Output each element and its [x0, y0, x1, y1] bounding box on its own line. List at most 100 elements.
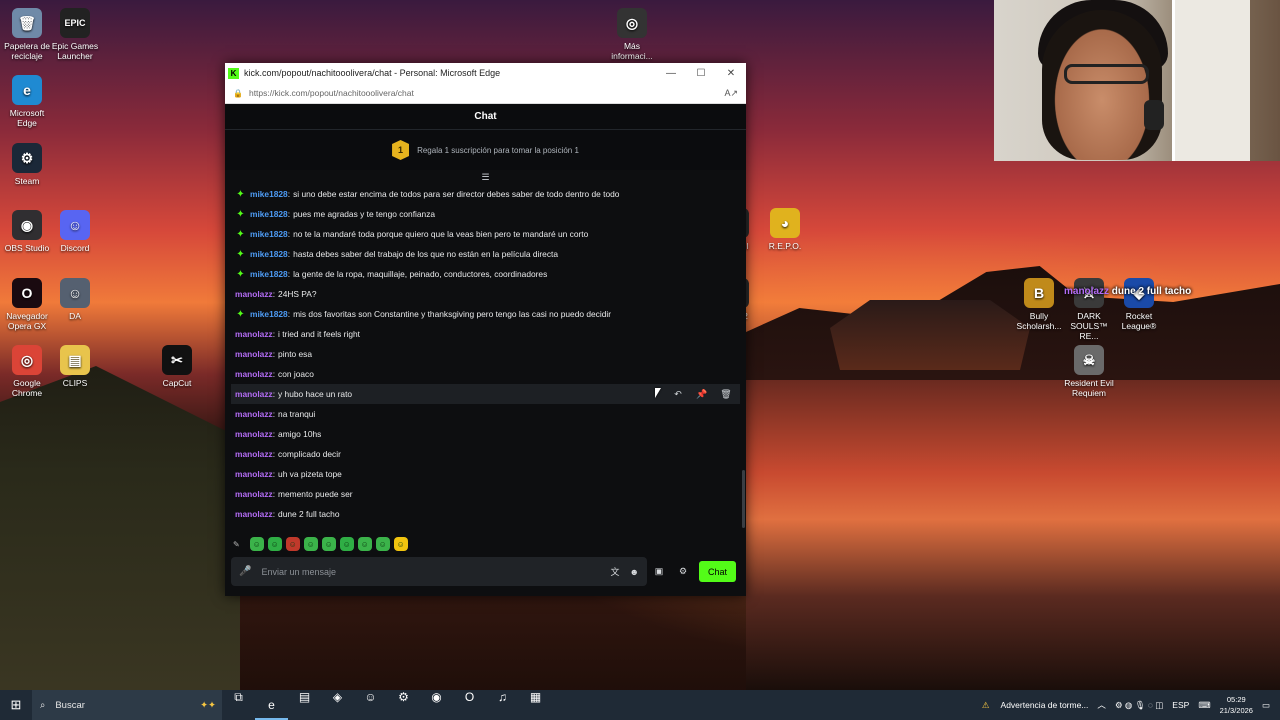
desktop-icon-opera-gx[interactable]: O Navegador Opera GX [0, 278, 54, 331]
steam-taskbar-icon[interactable]: ⚙ [387, 690, 420, 720]
desktop-icon-discord[interactable]: ☺ Discord [48, 210, 102, 253]
chat-username[interactable]: manolazz [235, 289, 273, 299]
address-bar[interactable]: 🔒 https://kick.com/popout/nachitoooliver… [225, 83, 746, 104]
desktop-icon-steam[interactable]: ⚙ Steam [0, 143, 54, 186]
store-icon[interactable]: ◈ [321, 690, 354, 720]
quick-emote-icon[interactable]: ☺ [321, 537, 336, 551]
clock[interactable]: 05:29 21/3/2026 [1220, 694, 1253, 716]
chat-scrollbar[interactable] [742, 470, 745, 528]
pinned-toggle-icon[interactable]: ☰ [225, 170, 746, 184]
weather-text[interactable]: Advertencia de torme... [1001, 700, 1089, 710]
desktop-icon-recycle-bin[interactable]: 🗑 Papelera de reciclaje [0, 8, 54, 61]
edge-taskbar-icon[interactable]: e [255, 690, 288, 720]
desktop-icon-capcut[interactable]: ✂ CapCut [150, 345, 204, 388]
chat-username[interactable]: manolazz [235, 449, 273, 459]
quick-emote-icon[interactable]: ☺ [267, 537, 282, 551]
quick-emote-icon[interactable]: ☺ [249, 537, 264, 551]
chat-message[interactable]: ✦ mike1828: la gente de la ropa, maquillaj… [231, 264, 740, 284]
microphone-icon[interactable]: 🎤 [239, 566, 251, 577]
chat-username[interactable]: mike1828 [250, 309, 288, 319]
gift-sub-banner[interactable]: 1 Regala 1 suscripción para tomar la pos… [225, 130, 746, 170]
gift-icon[interactable]: ▣ [647, 566, 671, 577]
windows-start-icon[interactable]: ⊞ [0, 697, 32, 713]
translate-icon[interactable]: 文 [611, 565, 620, 578]
language-indicator[interactable]: ESP [1172, 700, 1189, 710]
chat-message[interactable]: manolazz: complicado decir [231, 444, 740, 464]
chat-username[interactable]: manolazz [235, 389, 273, 399]
read-aloud-icon[interactable]: A↗ [724, 88, 738, 99]
chat-username[interactable]: mike1828 [250, 229, 288, 239]
opera-taskbar-icon[interactable]: O [453, 690, 486, 720]
chat-message[interactable]: manolazz: uh va pizeta tope [231, 464, 740, 484]
chat-message[interactable]: manolazz: y hubo hace un rato ↶ 📌 🗑 [231, 384, 740, 404]
desktop-icon-da[interactable]: ☺ DA [48, 278, 102, 321]
subscriber-badge-icon[interactable]: ✦ [235, 309, 246, 320]
subscriber-badge-icon[interactable]: ✦ [235, 229, 246, 240]
chat-username[interactable]: manolazz [235, 509, 273, 519]
spotify-icon[interactable]: ♫ [486, 690, 519, 720]
weather-warning-icon[interactable]: ⚠ [982, 700, 990, 711]
tray-chevron-icon[interactable]: ︿ [1097, 699, 1106, 711]
desktop-icon-bully[interactable]: B Bully Scholarsh... [1012, 278, 1066, 331]
delete-icon[interactable]: 🗑 [716, 386, 736, 402]
chat-message[interactable]: ✦ mike1828: no te la mandaré toda porque q… [231, 224, 740, 244]
discord-taskbar-icon[interactable]: ☺ [354, 690, 387, 720]
task-view-icon[interactable]: ⧉ [222, 690, 255, 720]
chat-username[interactable]: manolazz [235, 469, 273, 479]
subscriber-badge-icon[interactable]: ✦ [235, 209, 246, 220]
window-titlebar[interactable]: K kick.com/popout/nachitooolivera/chat -… [225, 63, 746, 83]
notifications-icon[interactable]: ▭ [1262, 700, 1270, 711]
quick-emote-icon[interactable]: ☺ [393, 537, 408, 551]
chat-username[interactable]: manolazz [235, 429, 273, 439]
chat-message[interactable]: ✦ mike1828: pues me agradas y te tengo con… [231, 204, 740, 224]
chat-message[interactable]: manolazz: amigo 10hs [231, 424, 740, 444]
chat-message[interactable]: manolazz: dune 2 full tacho [231, 504, 740, 524]
lock-icon[interactable]: 🔒 [233, 89, 243, 98]
chat-username[interactable]: manolazz [235, 329, 273, 339]
desktop-icon-edge[interactable]: e Microsoft Edge [0, 75, 54, 128]
desktop-icon-epic-games[interactable]: EPIC Epic Games Launcher [48, 8, 102, 61]
close-button[interactable]: ✕ [716, 68, 746, 79]
desktop-icon-chrome[interactable]: ◎ Google Chrome [0, 345, 54, 398]
chat-input[interactable]: 🎤 Enviar un mensaje 文 ☻ [231, 557, 647, 586]
desktop-icon-obs[interactable]: ◉ OBS Studio [0, 210, 54, 253]
desktop-icon-folder[interactable]: ▤ CLIPS [48, 345, 102, 388]
chat-username[interactable]: mike1828 [250, 189, 288, 199]
chat-message[interactable]: ✦ mike1828: si uno debe estar encima de to… [231, 184, 740, 204]
quick-emote-icon[interactable]: ☺ [357, 537, 372, 551]
chat-message[interactable]: manolazz: con joaco [231, 364, 740, 384]
reply-icon[interactable]: ↶ [668, 386, 688, 402]
subscriber-badge-icon[interactable]: ✦ [235, 189, 246, 200]
quick-emote-icon[interactable]: ☺ [339, 537, 354, 551]
chat-username[interactable]: manolazz [235, 489, 273, 499]
chat-username[interactable]: mike1828 [250, 249, 288, 259]
chat-message[interactable]: manolazz: pinto esa [231, 344, 740, 364]
chat-username[interactable]: manolazz [235, 349, 273, 359]
desktop-icon-repo[interactable]: ◕ R.E.P.O. [758, 208, 812, 251]
desktop-icon-resident-evil[interactable]: ☠ Resident Evil Requiem [1062, 345, 1116, 398]
chat-message[interactable]: manolazz: i tried and it feels right [231, 324, 740, 344]
subscriber-badge-icon[interactable]: ✦ [235, 249, 246, 260]
emoji-icon[interactable]: ☻ [630, 567, 639, 577]
emote-edit-icon[interactable]: ✎ [233, 540, 240, 549]
chat-username[interactable]: mike1828 [250, 269, 288, 279]
file-explorer-icon[interactable]: ▤ [288, 690, 321, 720]
network-icon[interactable]: ⌨ [1198, 700, 1210, 711]
edge-popout-window[interactable]: K kick.com/popout/nachitooolivera/chat -… [225, 63, 746, 596]
chat-message[interactable]: manolazz: memento puede ser [231, 484, 740, 504]
minimize-button[interactable]: — [656, 68, 686, 79]
chat-input-placeholder[interactable]: Enviar un mensaje [261, 567, 600, 577]
chat-username[interactable]: manolazz [235, 369, 273, 379]
taskbar-search[interactable]: ⌕ Buscar ✦✦ [32, 690, 222, 720]
chat-username[interactable]: mike1828 [250, 209, 288, 219]
chat-message[interactable]: ✦ mike1828: mis dos favoritas son Constant… [231, 304, 740, 324]
chat-username[interactable]: manolazz [235, 409, 273, 419]
calculator-icon[interactable]: ▦ [519, 690, 552, 720]
subscriber-badge-icon[interactable]: ✦ [235, 269, 246, 280]
chat-message[interactable]: manolazz:24HS PA? [231, 284, 740, 304]
tray-icons[interactable]: ⚙ ◍ 🎙 ◌ ◫ [1115, 700, 1163, 711]
url-text[interactable]: https://kick.com/popout/nachitooolivera/… [249, 88, 724, 98]
quick-emote-icon[interactable]: ☺ [375, 537, 390, 551]
quick-emote-icon[interactable]: ☺ [285, 537, 300, 551]
maximize-button[interactable]: ☐ [686, 68, 716, 79]
